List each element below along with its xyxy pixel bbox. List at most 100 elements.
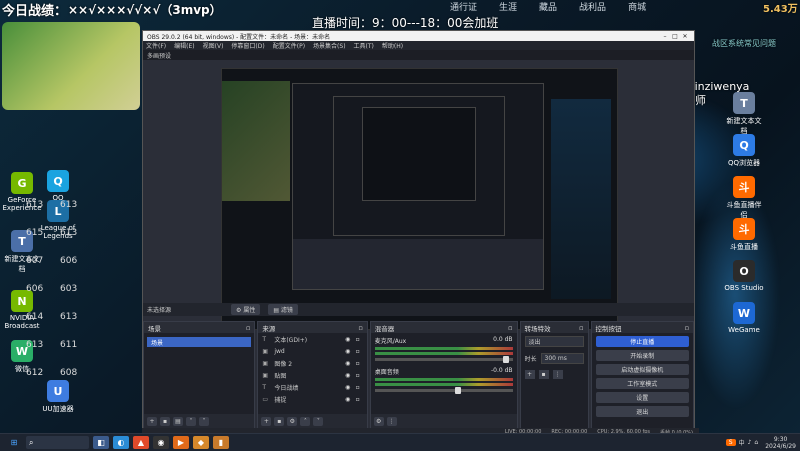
properties-button[interactable]: ⚙ 属性 [231, 304, 261, 315]
source-row[interactable]: ▭ 捕捉 ◉ ▫ [258, 393, 366, 405]
gear-icon[interactable]: ⚙ [373, 416, 384, 426]
network-icon[interactable]: ⌂ [754, 439, 758, 446]
obs-title: OBS 29.0.2 (64 bit, windows) - 配置文件：未命名 … [147, 33, 331, 41]
up-icon[interactable]: ˄ [300, 416, 311, 426]
control-button[interactable]: 退出 [595, 406, 690, 417]
control-button[interactable]: 设置 [595, 392, 690, 403]
volume-meter [374, 378, 513, 381]
lock-icon[interactable]: ▫ [353, 372, 363, 379]
add-icon[interactable]: + [261, 416, 272, 426]
volume-slider[interactable] [374, 387, 513, 394]
transition-select[interactable]: 淡出 [524, 336, 584, 347]
menu-item[interactable]: 编辑(E) [174, 41, 194, 50]
control-button[interactable]: 启动虚拟摄像机 [595, 364, 690, 375]
menu-item[interactable]: 停靠窗口(D) [231, 41, 264, 50]
mixer-dock: 混音器 ▫ 麦克风/Aux 0.0 dB 桌面音频 -0.0 dB ⚙ ⋮ [369, 321, 518, 429]
source-row[interactable]: T 今日战绩 ◉ ▫ [258, 381, 366, 393]
taskbar-app-icon[interactable]: ▮ [213, 436, 229, 449]
filter-icon[interactable]: ▤ [173, 416, 183, 426]
taskbar-app-icon[interactable]: ◧ [93, 436, 109, 449]
trash-icon[interactable]: ▪ [274, 416, 285, 426]
search-box[interactable]: ⌕ [26, 436, 89, 449]
desktop-icon[interactable]: 斗斗鱼直播 [724, 218, 764, 252]
lock-icon[interactable]: ▫ [353, 360, 363, 367]
undock-icon[interactable]: ▫ [246, 324, 250, 332]
eye-icon[interactable]: ◉ [343, 348, 353, 355]
menu-item[interactable]: 工具(T) [354, 41, 374, 50]
taskbar-app-icon[interactable]: ◐ [113, 436, 129, 449]
scene-item[interactable]: 场景 [147, 337, 252, 347]
menu-item[interactable]: 帮助(H) [382, 41, 403, 50]
duration-input[interactable]: 300 ms [540, 353, 584, 364]
gear-icon[interactable]: ⚙ [287, 416, 298, 426]
filters-button[interactable]: ▤ 滤镜 [268, 304, 298, 315]
taskbar-app-icon[interactable]: ◆ [193, 436, 209, 449]
desktop-icon[interactable]: N NVIDIA Broadcast [2, 290, 42, 330]
nav-item[interactable]: 藏品 [539, 0, 557, 13]
trash-icon[interactable]: ▪ [538, 370, 549, 379]
volume-slider[interactable] [374, 356, 513, 363]
nav-item[interactable]: 商城 [628, 0, 646, 13]
eye-icon[interactable]: ◉ [343, 360, 353, 367]
clock[interactable]: 9:30 2024/6/29 [765, 436, 796, 450]
add-icon[interactable]: + [524, 370, 535, 379]
undock-icon[interactable]: ▫ [685, 324, 689, 332]
maximize-icon[interactable]: □ [670, 33, 680, 40]
menu-item[interactable]: 文件(F) [146, 41, 166, 50]
slider-knob[interactable] [454, 387, 461, 394]
nav-item[interactable]: 战利品 [579, 0, 606, 13]
eye-icon[interactable]: ◉ [343, 396, 353, 403]
menu-item[interactable]: 场景集合(S) [313, 41, 346, 50]
ime-indicator[interactable]: 中 [739, 438, 745, 447]
undock-icon[interactable]: ▫ [579, 324, 583, 332]
source-row[interactable]: ▣ jwd ◉ ▫ [258, 345, 366, 357]
minimize-icon[interactable]: – [660, 33, 670, 40]
lock-icon[interactable]: ▫ [353, 396, 363, 403]
down-icon[interactable]: ˅ [313, 416, 324, 426]
desktop-icon[interactable]: Q QQ浏览器 [724, 134, 764, 168]
nav-item[interactable]: 生涯 [499, 0, 517, 13]
undock-icon[interactable]: ▫ [508, 324, 512, 332]
control-button[interactable]: 停止直播 [595, 336, 690, 347]
menu-item[interactable]: 视图(V) [203, 41, 224, 50]
menu-item[interactable]: 配置文件(P) [273, 41, 305, 50]
nav-item[interactable]: 通行证 [450, 0, 477, 13]
eye-icon[interactable]: ◉ [343, 336, 353, 343]
desktop-icon[interactable]: W WeGame [724, 302, 764, 334]
speaker-icon[interactable]: ♪ [748, 439, 752, 446]
eye-icon[interactable]: ◉ [343, 384, 353, 391]
menu-icon[interactable]: ⋮ [552, 370, 563, 379]
desktop-icon[interactable]: Q QQ [38, 170, 78, 202]
douyu-tray-icon[interactable]: S [725, 439, 736, 446]
down-icon[interactable]: ˅ [199, 416, 209, 426]
desktop-icon[interactable]: O OBS Studio [724, 260, 764, 292]
slider-knob[interactable] [502, 356, 509, 363]
lock-icon[interactable]: ▫ [353, 348, 363, 355]
source-type-icon: ▭ [262, 395, 269, 403]
taskbar-app-icon[interactable]: ▶ [173, 436, 189, 449]
desktop-icon[interactable]: T 新建文本文档 [724, 92, 764, 136]
up-icon[interactable]: ˄ [186, 416, 196, 426]
desktop-icon[interactable]: 斗斗鱼直播伴侣 [724, 176, 764, 220]
control-button[interactable]: 工作室模式 [595, 378, 690, 389]
source-row[interactable]: ▣ 贴图 ◉ ▫ [258, 369, 366, 381]
desktop-icon[interactable]: U UU加速器 [38, 380, 78, 414]
start-icon[interactable]: ⊞ [6, 436, 22, 449]
control-button[interactable]: 开始录制 [595, 350, 690, 361]
banner-link[interactable]: 战区系统常见问题 [712, 38, 776, 49]
source-row[interactable]: T 文本(GDI+) ◉ ▫ [258, 333, 366, 345]
obs-titlebar[interactable]: OBS 29.0.2 (64 bit, windows) - 配置文件：未命名 … [143, 31, 694, 41]
taskbar-app-icon[interactable]: ▲ [133, 436, 149, 449]
add-icon[interactable]: + [147, 416, 157, 426]
source-row[interactable]: ▣ 图像 2 ◉ ▫ [258, 357, 366, 369]
menu-icon[interactable]: ⋮ [386, 416, 397, 426]
obs-preview[interactable] [221, 68, 618, 330]
close-icon[interactable]: ✕ [680, 33, 690, 40]
eye-icon[interactable]: ◉ [343, 372, 353, 379]
trash-icon[interactable]: ▪ [160, 416, 170, 426]
lock-icon[interactable]: ▫ [353, 336, 363, 343]
undock-icon[interactable]: ▫ [358, 324, 362, 332]
taskbar-app-icon[interactable]: ◉ [153, 436, 169, 449]
lock-icon[interactable]: ▫ [353, 384, 363, 391]
mixer-channel-desktop: 桌面音频 -0.0 dB [371, 364, 517, 395]
